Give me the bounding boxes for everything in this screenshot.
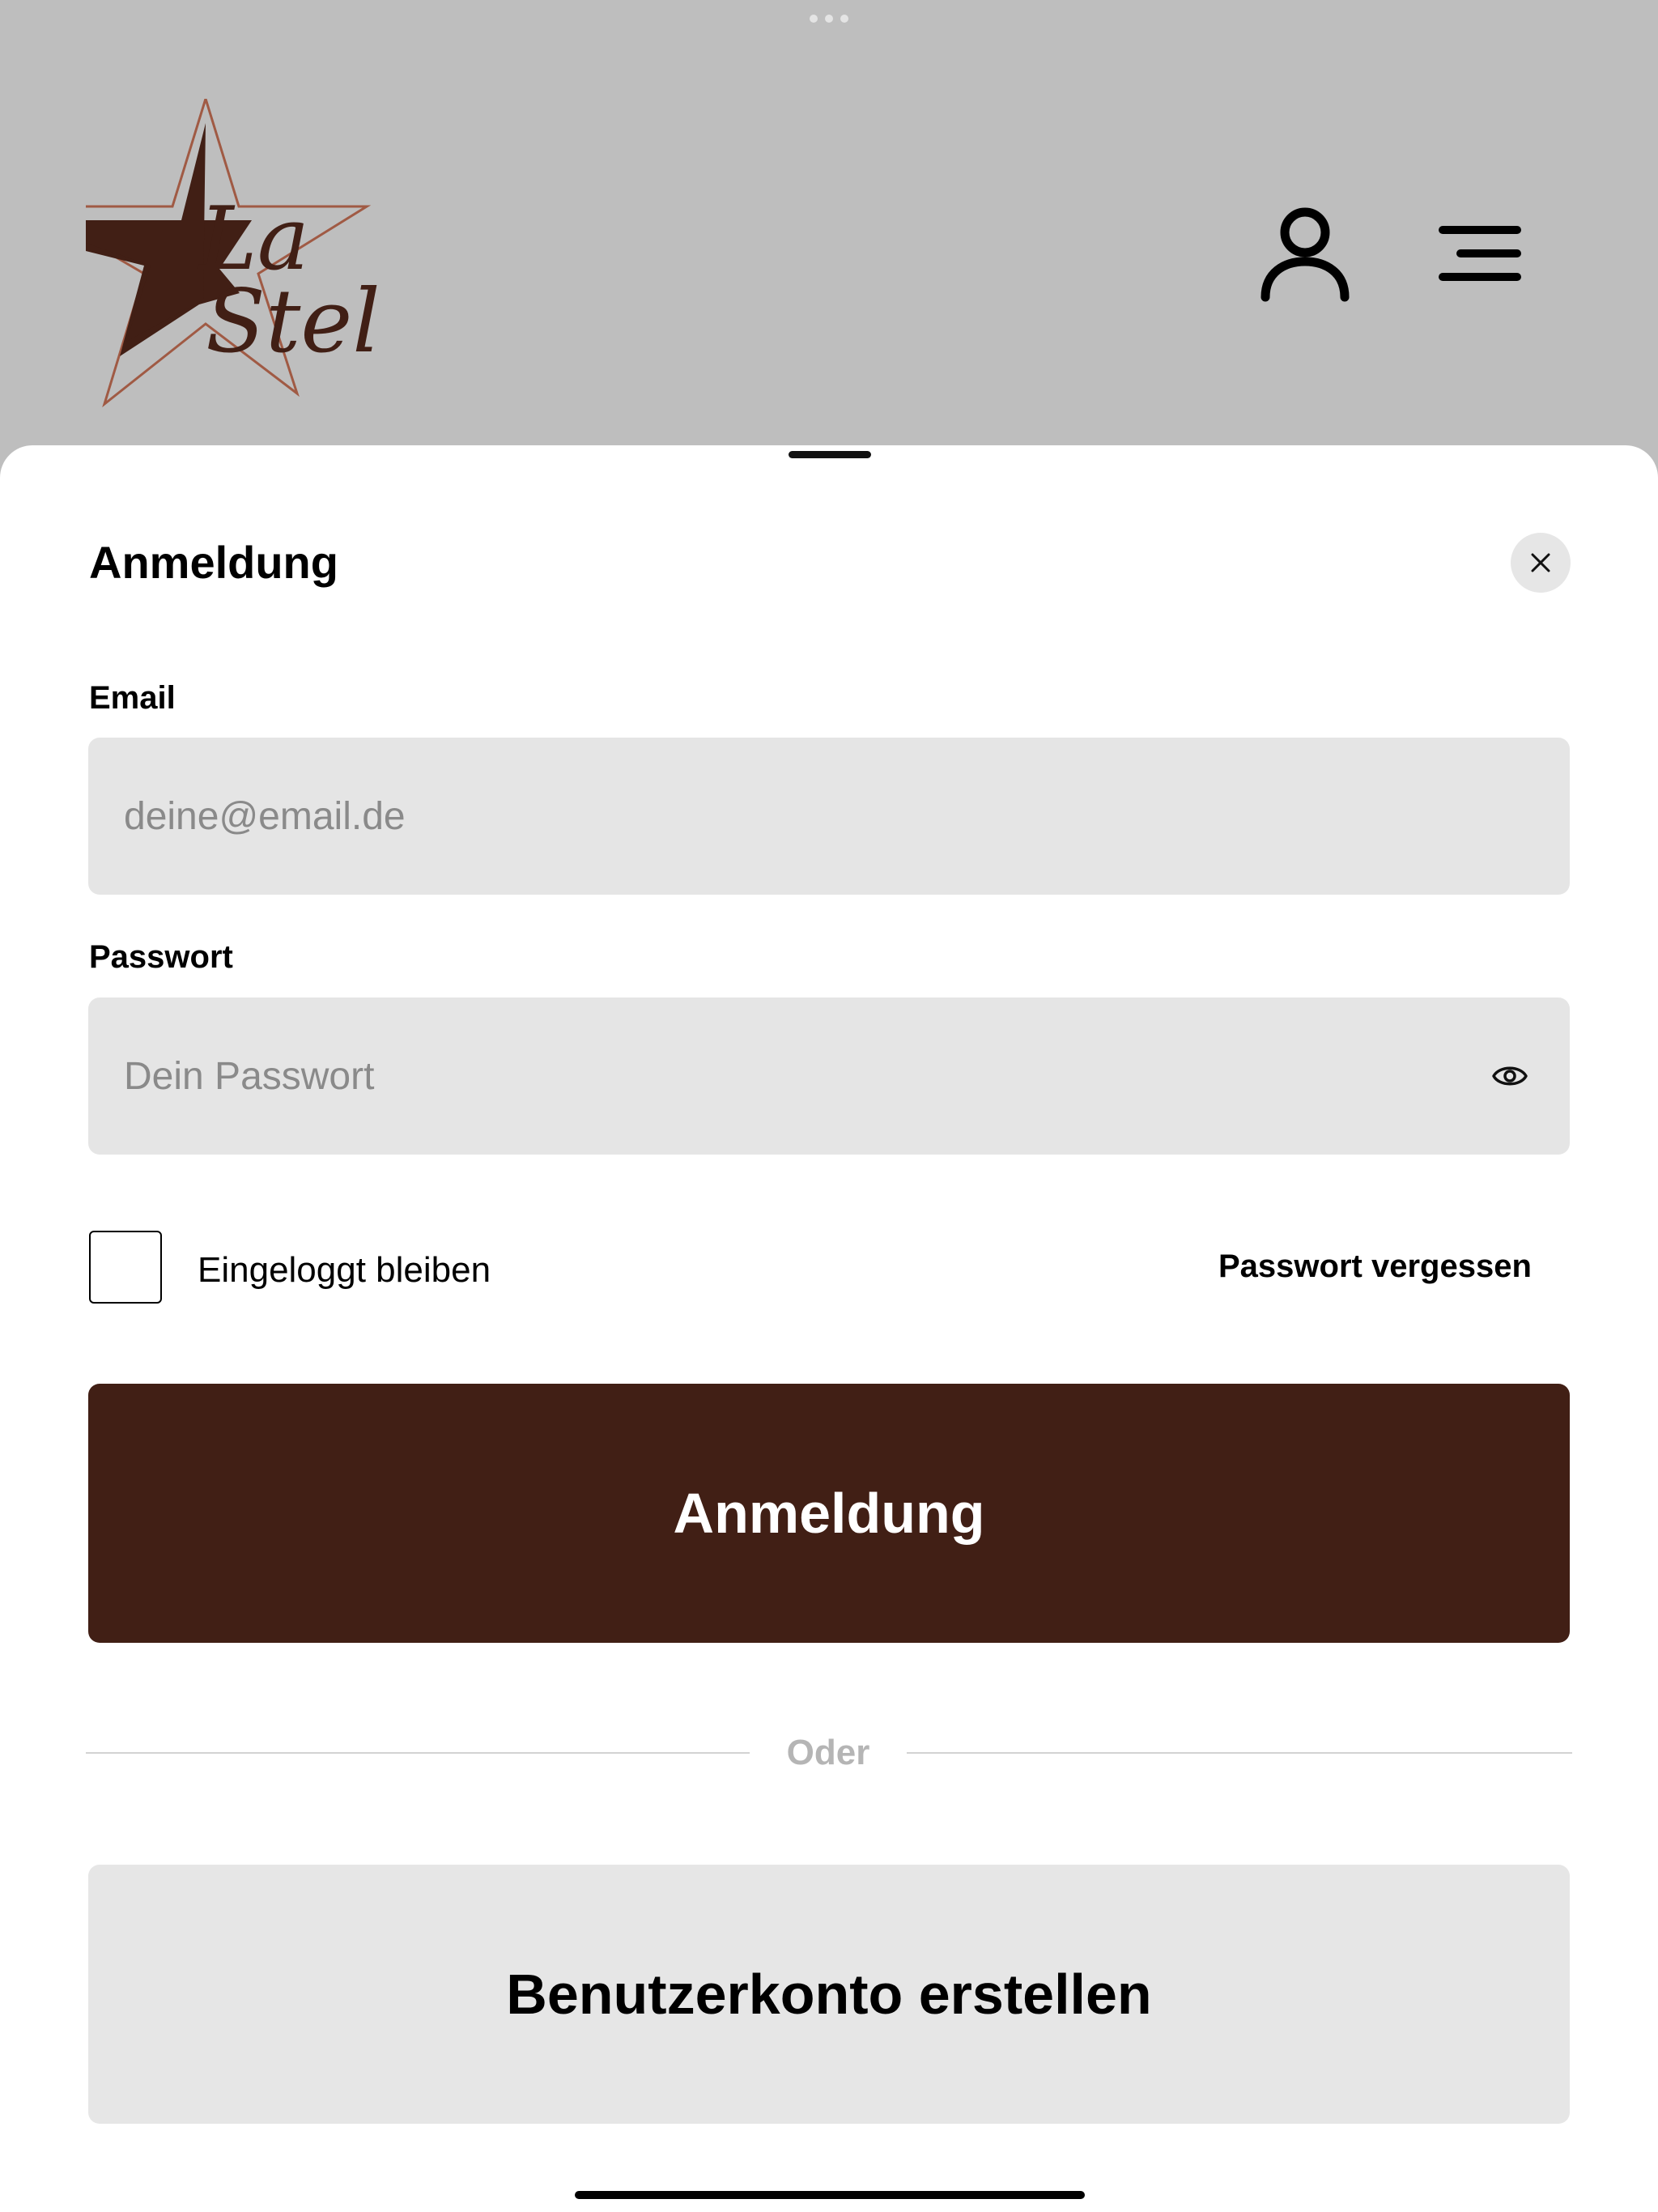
password-visibility-toggle[interactable] — [1491, 1061, 1528, 1091]
password-input[interactable] — [88, 998, 1570, 1155]
logo-text-stel: Stel — [206, 271, 380, 372]
dot — [840, 15, 848, 23]
close-button[interactable] — [1511, 533, 1571, 593]
create-account-button[interactable]: Benutzerkonto erstellen — [88, 1865, 1570, 2124]
email-label: Email — [89, 680, 176, 716]
home-indicator[interactable] — [575, 2191, 1085, 2199]
remember-me-checkbox[interactable] — [89, 1231, 162, 1304]
close-icon — [1531, 553, 1550, 572]
remember-me-label[interactable]: Eingeloggt bleiben — [198, 1250, 491, 1291]
sheet-grabber[interactable] — [789, 451, 871, 458]
dot — [825, 15, 833, 23]
divider-text: Oder — [786, 1733, 870, 1772]
divider-line-left — [86, 1752, 750, 1754]
login-button[interactable]: Anmeldung — [88, 1384, 1570, 1643]
menu-button[interactable] — [1438, 223, 1522, 283]
menu-icon — [1439, 226, 1521, 281]
eye-icon — [1492, 1066, 1528, 1086]
email-input[interactable] — [88, 738, 1570, 895]
divider-line-right — [907, 1752, 1572, 1754]
password-label: Passwort — [89, 939, 233, 975]
user-icon — [1261, 207, 1350, 302]
account-button[interactable] — [1260, 206, 1350, 302]
login-title: Anmeldung — [89, 537, 338, 588]
dot — [810, 15, 818, 23]
star-logo-icon: La Stel — [86, 99, 380, 408]
la-stella-logo[interactable]: La Stel — [86, 99, 400, 408]
forgot-password-link[interactable]: Passwort vergessen — [1218, 1249, 1532, 1285]
multitasking-dots[interactable] — [810, 15, 848, 23]
